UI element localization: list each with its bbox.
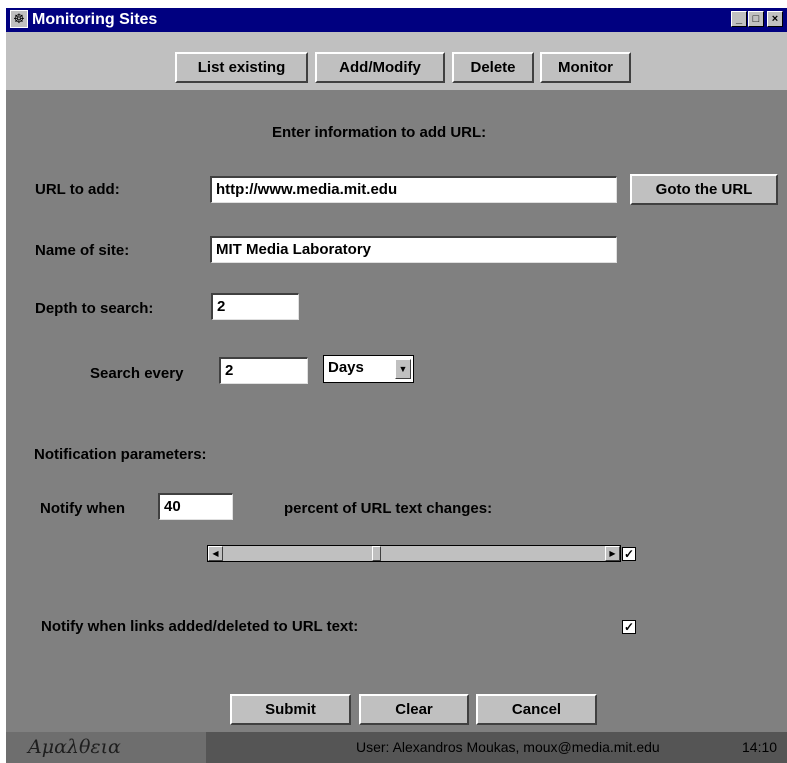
status-time: 14:10 <box>742 739 778 755</box>
scroll-left-icon[interactable]: ◀ <box>208 546 223 561</box>
status-user: User: Alexandros Moukas, moux@media.mit.… <box>356 739 660 755</box>
title-bar[interactable]: ☸ Monitoring Sites _ □ × <box>6 8 787 32</box>
add-modify-button[interactable]: Add/Modify <box>315 52 445 83</box>
site-name-input[interactable]: MIT Media Laboratory <box>210 236 617 263</box>
url-input[interactable]: http://www.media.mit.edu <box>210 176 617 203</box>
depth-label: Depth to search: <box>35 300 154 317</box>
percent-slider[interactable]: ◀ ▶ <box>207 545 621 562</box>
delete-button[interactable]: Delete <box>452 52 534 83</box>
notify-when-label: Notify when <box>40 500 125 517</box>
close-icon[interactable]: × <box>767 11 783 27</box>
monitoring-sites-window: ☸ Monitoring Sites _ □ × List existing A… <box>6 8 787 763</box>
chevron-down-icon[interactable]: ▼ <box>395 359 411 379</box>
list-existing-button[interactable]: List existing <box>175 52 308 83</box>
submit-button[interactable]: Submit <box>230 694 351 725</box>
clear-button[interactable]: Clear <box>359 694 469 725</box>
cancel-button[interactable]: Cancel <box>476 694 597 725</box>
search-unit-select[interactable]: Days ▼ <box>323 355 414 383</box>
form-heading: Enter information to add URL: <box>272 124 487 141</box>
depth-input[interactable]: 2 <box>211 293 299 320</box>
links-notify-label: Notify when links added/deleted to URL t… <box>41 618 359 635</box>
maximize-icon[interactable]: □ <box>748 11 764 27</box>
slider-thumb[interactable] <box>372 546 382 561</box>
search-unit-value: Days <box>328 359 364 376</box>
percent-label: percent of URL text changes: <box>284 500 493 517</box>
toolbar: List existing Add/Modify Delete Monitor <box>6 32 787 90</box>
name-label: Name of site: <box>35 242 130 259</box>
form-panel: Enter information to add URL: URL to add… <box>6 90 787 732</box>
slider-enable-checkbox[interactable]: ✓ <box>622 547 636 561</box>
notification-heading: Notification parameters: <box>34 446 207 463</box>
search-every-input[interactable]: 2 <box>219 357 308 384</box>
search-every-label: Search every <box>90 365 184 382</box>
links-notify-checkbox[interactable]: ✓ <box>622 620 636 634</box>
notify-percent-input[interactable]: 40 <box>158 493 233 520</box>
amaltheia-logo: Αμαλθεια <box>6 732 206 763</box>
monitor-button[interactable]: Monitor <box>540 52 631 83</box>
window-title: Monitoring Sites <box>32 11 158 28</box>
goto-url-button[interactable]: Goto the URL <box>630 174 778 205</box>
status-bar: Αμαλθεια User: Alexandros Moukas, moux@m… <box>6 732 787 763</box>
url-label: URL to add: <box>35 181 120 198</box>
app-icon[interactable]: ☸ <box>10 10 28 28</box>
scroll-right-icon[interactable]: ▶ <box>605 546 620 561</box>
minimize-icon[interactable]: _ <box>731 11 747 27</box>
